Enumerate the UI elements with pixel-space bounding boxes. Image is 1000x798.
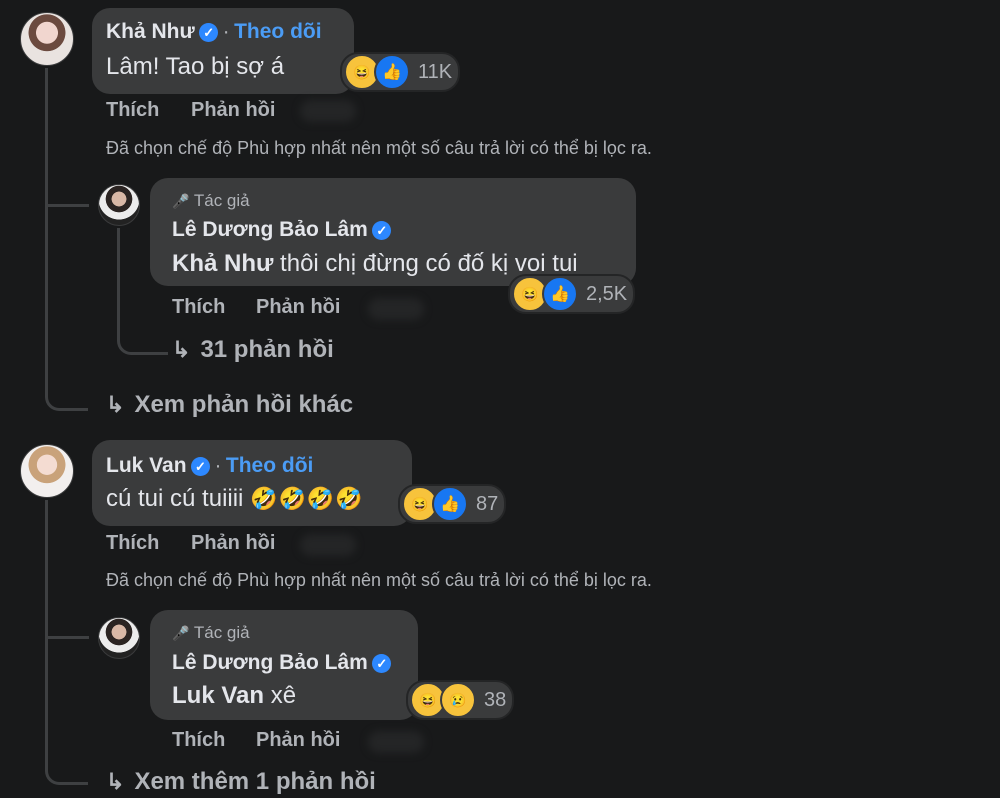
- microphone-icon: 🎤: [172, 625, 190, 641]
- author-tag: 🎤 Tác giả: [172, 191, 250, 210]
- reply-arrow-icon: ↳: [106, 769, 125, 794]
- view-sub-replies-link[interactable]: ↳ 31 phản hồi: [172, 336, 334, 364]
- follow-button[interactable]: Theo dõi: [234, 20, 322, 43]
- reply-link[interactable]: Phản hồi: [191, 99, 275, 122]
- mention-link[interactable]: Luk Van: [172, 682, 264, 709]
- comment-header-kha-nhu: Khả Như ✓ · Theo dõi: [106, 20, 322, 43]
- filter-note: Đã chọn chế độ Phù hợp nhất nên một số c…: [106, 570, 652, 590]
- replier-name[interactable]: Lê Dương Bảo Lâm: [172, 651, 368, 674]
- view-more-replies-link[interactable]: ↳ Xem thêm 1 phản hồi: [106, 768, 376, 796]
- avatar-le-duong-bao-lam[interactable]: [98, 184, 140, 226]
- timestamp-blurred: [300, 100, 356, 122]
- like-reaction-icon: 👍: [542, 276, 578, 312]
- comment-text: Lâm! Tao bị sợ á: [106, 53, 285, 80]
- reaction-count: 38: [484, 688, 507, 711]
- reaction-count: 11K: [418, 60, 453, 83]
- reaction-summary[interactable]: 😆 👍 87: [398, 484, 507, 524]
- like-reaction-icon: 👍: [432, 486, 468, 522]
- view-more-replies-link[interactable]: ↳ Xem phản hồi khác: [106, 391, 353, 419]
- commenter-name[interactable]: Khả Như: [106, 20, 195, 43]
- reaction-count: 2,5K: [586, 282, 628, 305]
- rolling-laughing-emoji-icons: 🤣🤣🤣🤣: [250, 486, 364, 511]
- reply-header: Lê Dương Bảo Lâm ✓: [172, 651, 392, 675]
- verified-badge-icon: ✓: [190, 457, 210, 476]
- mention-link[interactable]: Khả Như: [172, 250, 273, 277]
- microphone-icon: 🎤: [172, 193, 190, 209]
- replier-name[interactable]: Lê Dương Bảo Lâm: [172, 218, 368, 241]
- reply-arrow-icon: ↳: [106, 392, 125, 417]
- thread-line-2: [45, 500, 88, 785]
- reply-text: Luk Van xê: [172, 682, 297, 709]
- reaction-summary[interactable]: 😆 👍 11K: [340, 52, 461, 92]
- like-link[interactable]: Thích: [106, 532, 159, 555]
- commenter-name[interactable]: Luk Van: [106, 454, 187, 477]
- reply-header: Lê Dương Bảo Lâm ✓: [172, 218, 392, 242]
- thread-line-1-reply: [45, 150, 89, 207]
- reply-link[interactable]: Phản hồi: [191, 532, 275, 555]
- verified-badge-icon: ✓: [199, 23, 219, 42]
- follow-button[interactable]: Theo dõi: [226, 454, 314, 477]
- verified-badge-icon: ✓: [372, 654, 392, 673]
- comment-bubble-luk-van: [92, 440, 412, 526]
- like-link[interactable]: Thích: [172, 729, 225, 752]
- avatar-luk-van[interactable]: [20, 444, 74, 498]
- filter-note: Đã chọn chế độ Phù hợp nhất nên một số c…: [106, 138, 652, 158]
- comment-text: cú tui cú tuiiii 🤣🤣🤣🤣: [106, 485, 364, 512]
- reply-link[interactable]: Phản hồi: [256, 296, 340, 319]
- avatar-kha-nhu[interactable]: [20, 12, 74, 66]
- reply-text: Khả Như thôi chị đừng có đố kị voi tui: [172, 250, 578, 277]
- like-link[interactable]: Thích: [106, 99, 159, 122]
- thread-line-1: [45, 68, 88, 411]
- reply-link[interactable]: Phản hồi: [256, 729, 340, 752]
- reaction-summary[interactable]: 😆 😢 38: [406, 680, 515, 720]
- comment-header-luk-van: Luk Van ✓ · Theo dõi: [106, 454, 314, 477]
- verified-badge-icon: ✓: [372, 221, 392, 240]
- reaction-summary[interactable]: 😆 👍 2,5K: [508, 274, 636, 314]
- sad-reaction-icon: 😢: [440, 682, 476, 718]
- author-tag: 🎤 Tác giả: [172, 623, 250, 642]
- reaction-count: 87: [476, 492, 499, 515]
- thread-line-2-reply: [45, 590, 89, 639]
- timestamp-blurred: [368, 298, 424, 320]
- avatar-le-duong-bao-lam[interactable]: [98, 617, 140, 659]
- reply-arrow-icon: ↳: [172, 337, 191, 362]
- like-link[interactable]: Thích: [172, 296, 225, 319]
- timestamp-blurred: [368, 731, 424, 753]
- like-reaction-icon: 👍: [374, 54, 410, 90]
- timestamp-blurred: [300, 534, 356, 556]
